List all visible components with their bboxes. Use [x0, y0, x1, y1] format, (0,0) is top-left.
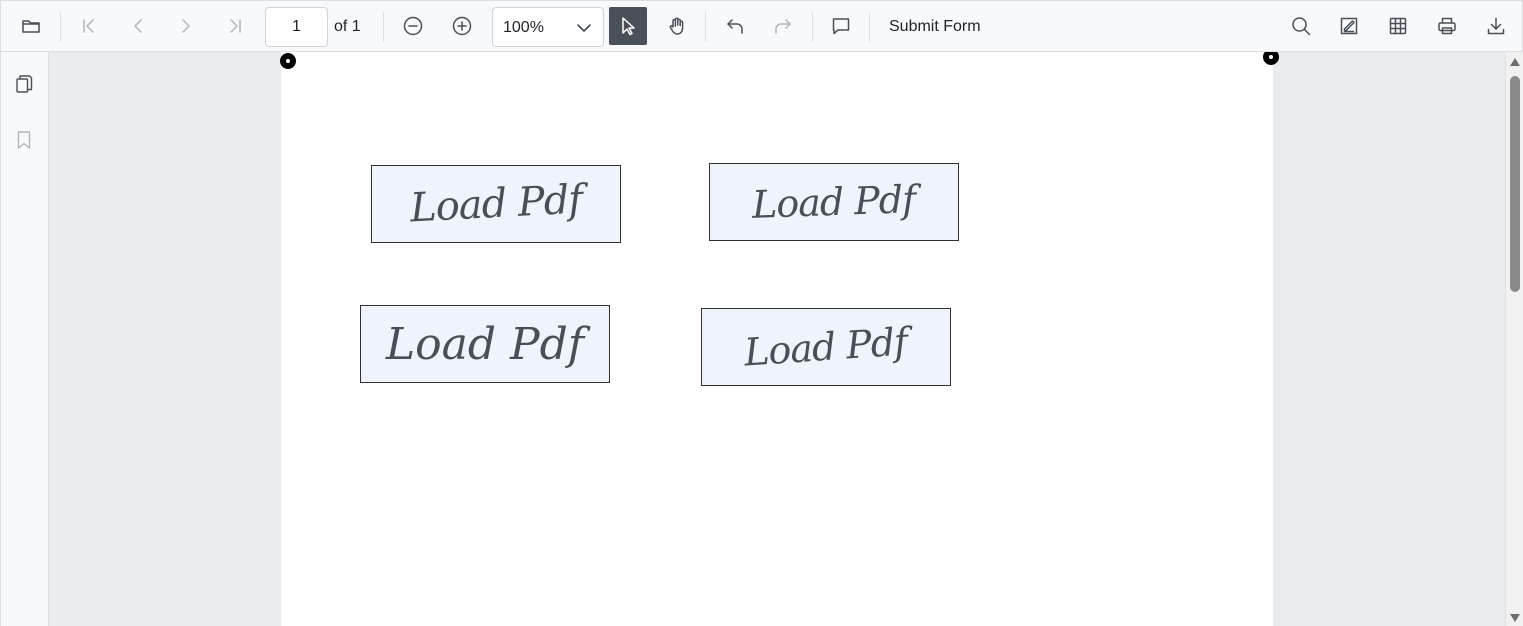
toolbar-separator	[383, 12, 384, 42]
redo-icon	[775, 19, 791, 34]
page-thumbnails-button[interactable]	[6, 66, 42, 102]
first-page-icon	[83, 19, 94, 33]
bookmarks-button[interactable]	[6, 122, 42, 158]
corner-marker	[280, 53, 296, 69]
redo-button[interactable]	[764, 7, 802, 45]
cursor-select-icon	[622, 17, 635, 36]
zoom-out-button[interactable]	[394, 7, 432, 45]
scroll-up-arrow[interactable]	[1510, 58, 1520, 66]
add-comment-button[interactable]	[822, 7, 860, 45]
pdf-viewer: 1 of 1 100% Submit Form Load Pdf Load Pd…	[0, 0, 1523, 626]
annotation-edit-icon	[1340, 17, 1358, 35]
page-thumbnails-icon	[16, 75, 33, 93]
download-icon	[1487, 17, 1505, 35]
toolbar-separator	[60, 12, 61, 42]
zoom-in-icon	[452, 16, 472, 36]
signature-field[interactable]: Load Pdf	[701, 308, 951, 386]
signature-field[interactable]: Load Pdf	[360, 305, 610, 383]
search-icon	[1292, 17, 1311, 36]
document-canvas[interactable]: Load Pdf Load Pdf Load Pdf Load Pdf	[49, 52, 1505, 626]
bookmark-icon	[17, 131, 31, 149]
toolbar-separator	[869, 12, 870, 42]
navigation-pane	[1, 52, 49, 626]
last-page-button[interactable]	[216, 7, 254, 45]
print-button[interactable]	[1428, 7, 1466, 45]
submit-form-button[interactable]: Submit Form	[879, 7, 991, 47]
print-icon	[1438, 17, 1456, 35]
hand-pan-icon	[669, 17, 684, 35]
last-page-icon	[230, 19, 241, 33]
toolbar-separator	[705, 12, 706, 42]
vertical-scrollbar[interactable]	[1505, 52, 1523, 626]
scroll-thumb[interactable]	[1510, 76, 1520, 292]
page-count-label: of 1	[334, 18, 361, 35]
open-file-button[interactable]	[12, 7, 50, 45]
folder-open-icon	[22, 20, 40, 33]
scroll-down-arrow[interactable]	[1510, 614, 1520, 622]
main-toolbar: 1 of 1 100% Submit Form	[1, 1, 1522, 52]
annotation-button[interactable]	[1330, 7, 1368, 45]
page-number-input[interactable]: 1	[265, 7, 328, 47]
signature-field[interactable]: Load Pdf	[371, 165, 621, 243]
comment-icon	[832, 18, 850, 35]
pan-tool-button[interactable]	[658, 7, 696, 45]
signature-text: Load Pdf	[385, 318, 585, 370]
text-select-tool-button[interactable]	[609, 7, 647, 45]
signature-field[interactable]: Load Pdf	[709, 163, 959, 241]
previous-page-button[interactable]	[119, 7, 157, 45]
signature-text: Load Pdf	[743, 319, 909, 375]
undo-button[interactable]	[716, 7, 754, 45]
form-designer-icon	[1389, 17, 1407, 35]
corner-marker	[1263, 52, 1279, 65]
next-page-button[interactable]	[167, 7, 205, 45]
toolbar-separator	[812, 12, 813, 42]
next-page-icon	[182, 19, 190, 33]
form-designer-button[interactable]	[1379, 7, 1417, 45]
pdf-page[interactable]: Load Pdf Load Pdf Load Pdf Load Pdf	[280, 52, 1279, 626]
zoom-out-icon	[403, 16, 423, 36]
zoom-in-button[interactable]	[443, 7, 481, 45]
search-button[interactable]	[1282, 7, 1320, 45]
zoom-value: 100%	[503, 19, 544, 36]
chevron-down-icon	[575, 19, 593, 37]
signature-text: Load Pdf	[751, 177, 917, 227]
previous-page-icon	[134, 19, 142, 33]
first-page-button[interactable]	[70, 7, 108, 45]
undo-icon	[727, 19, 743, 34]
signature-text: Load Pdf	[408, 176, 584, 232]
zoom-dropdown[interactable]: 100%	[492, 7, 604, 47]
download-button[interactable]	[1477, 7, 1515, 45]
